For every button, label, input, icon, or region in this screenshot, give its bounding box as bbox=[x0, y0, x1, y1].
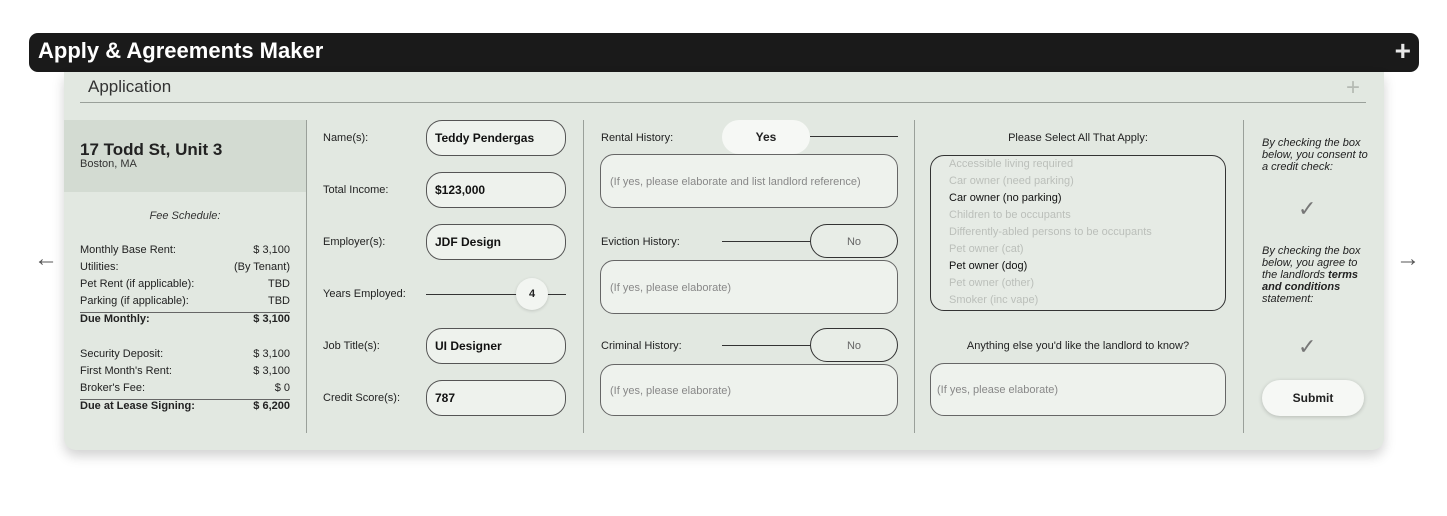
fee-row: Monthly Base Rent: $ 3,100 bbox=[80, 244, 290, 261]
name-input[interactable]: Teddy Pendergas bbox=[426, 120, 566, 156]
next-arrow-icon[interactable]: → bbox=[1396, 245, 1420, 273]
panel-divider bbox=[80, 102, 1366, 103]
anything-else-textarea[interactable]: (If yes, please elaborate) bbox=[930, 363, 1226, 416]
fee-label: Security Deposit: bbox=[80, 348, 164, 360]
fee-value: $ 3,100 bbox=[253, 365, 290, 377]
fee-row: Security Deposit: $ 3,100 bbox=[80, 348, 290, 365]
fee-total-row: Due at Lease Signing: $ 6,200 bbox=[80, 399, 290, 416]
column-divider bbox=[1243, 120, 1244, 433]
fee-value: TBD bbox=[268, 278, 290, 290]
column-divider bbox=[914, 120, 915, 433]
app-title: Apply & Agreements Maker bbox=[38, 38, 324, 63]
credit-score-label: Credit Score(s): bbox=[323, 392, 401, 404]
column-divider bbox=[306, 120, 307, 433]
previous-arrow-icon[interactable]: ← bbox=[34, 245, 58, 273]
rental-history-label: Rental History: bbox=[601, 132, 674, 144]
years-slider-knob[interactable]: 4 bbox=[516, 278, 548, 310]
employer-input[interactable]: JDF Design bbox=[426, 224, 566, 260]
panel-title: Application bbox=[88, 77, 172, 96]
column-divider bbox=[583, 120, 584, 433]
app-title-bar: Apply & Agreements Maker + bbox=[29, 33, 1419, 72]
credit-consent-text: By checking the box below, you consent t… bbox=[1262, 137, 1368, 173]
fee-value: $ 3,100 bbox=[253, 244, 290, 256]
fee-label: Utilities: bbox=[80, 261, 119, 273]
fee-label: First Month's Rent: bbox=[80, 365, 172, 377]
fee-row: Broker's Fee: $ 0 bbox=[80, 382, 290, 399]
fee-value: TBD bbox=[268, 295, 290, 307]
fee-value: $ 3,100 bbox=[253, 348, 290, 360]
rental-history-toggle[interactable]: Yes bbox=[722, 120, 810, 154]
criminal-history-label: Criminal History: bbox=[601, 340, 682, 352]
fee-label: Broker's Fee: bbox=[80, 382, 146, 394]
criminal-history-toggle[interactable]: No bbox=[810, 328, 898, 362]
fee-value: $ 6,200 bbox=[253, 400, 290, 412]
fee-label: Pet Rent (if applicable): bbox=[80, 278, 195, 290]
criminal-history-textarea[interactable]: (If yes, please elaborate) bbox=[600, 364, 898, 416]
job-title-label: Job Title(s): bbox=[323, 340, 380, 352]
fee-total-row: Due Monthly: $ 3,100 bbox=[80, 312, 290, 329]
job-title-input[interactable]: UI Designer bbox=[426, 328, 566, 364]
anything-else-heading: Anything else you'd like the landlord to… bbox=[966, 340, 1190, 352]
fee-value: (By Tenant) bbox=[233, 261, 290, 273]
income-input[interactable]: $123,000 bbox=[426, 172, 566, 208]
rental-history-textarea[interactable]: (If yes, please elaborate and list landl… bbox=[600, 154, 898, 208]
property-address: 17 Todd St, Unit 3 bbox=[80, 140, 223, 159]
submit-button[interactable]: Submit bbox=[1262, 380, 1364, 416]
fee-row: Pet Rent (if applicable): TBD bbox=[80, 278, 290, 295]
employer-label: Employer(s): bbox=[323, 236, 386, 248]
rental-toggle-track bbox=[810, 136, 898, 137]
terms-consent-checkbox-icon[interactable]: ✓ bbox=[1298, 334, 1316, 360]
credit-score-input[interactable]: 787 bbox=[426, 380, 566, 416]
option-pet-cat[interactable]: Pet owner (cat) bbox=[949, 243, 1024, 255]
app-add-icon[interactable]: + bbox=[1395, 35, 1411, 67]
option-smoker[interactable]: Smoker (inc vape) bbox=[949, 294, 1038, 306]
fee-value: $ 0 bbox=[274, 382, 290, 394]
fee-label: Due at Lease Signing: bbox=[80, 400, 195, 412]
credit-consent-checkbox-icon[interactable]: ✓ bbox=[1298, 196, 1316, 222]
option-car-need-parking[interactable]: Car owner (need parking) bbox=[949, 175, 1074, 187]
option-children[interactable]: Children to be occupants bbox=[949, 209, 1071, 221]
option-pet-dog[interactable]: Pet owner (dog) bbox=[949, 260, 1027, 272]
select-all-heading: Please Select All That Apply: bbox=[1008, 132, 1148, 144]
eviction-toggle-track bbox=[722, 241, 812, 242]
criminal-toggle-track bbox=[722, 345, 812, 346]
name-label: Name(s): bbox=[323, 132, 369, 144]
years-employed-label: Years Employed: bbox=[323, 288, 406, 300]
occupant-options-listbox[interactable]: Accessible living required Car owner (ne… bbox=[930, 155, 1226, 311]
property-city: Boston, MA bbox=[80, 158, 137, 170]
option-pet-other[interactable]: Pet owner (other) bbox=[949, 277, 1034, 289]
terms-consent-text: By checking the box below, you agree to … bbox=[1262, 245, 1374, 305]
fee-label: Due Monthly: bbox=[80, 313, 150, 325]
fee-row: First Month's Rent: $ 3,100 bbox=[80, 365, 290, 382]
application-panel: Application + 17 Todd St, Unit 3 Boston,… bbox=[64, 72, 1384, 450]
fee-row: Parking (if applicable): TBD bbox=[80, 295, 290, 312]
option-accessible-living[interactable]: Accessible living required bbox=[949, 158, 1073, 170]
eviction-history-toggle[interactable]: No bbox=[810, 224, 898, 258]
fee-row: Utilities: (By Tenant) bbox=[80, 261, 290, 278]
fee-label: Monthly Base Rent: bbox=[80, 244, 176, 256]
option-differently-abled[interactable]: Differently-abled persons to be occupant… bbox=[949, 226, 1152, 238]
fee-schedule-title: Fee Schedule: bbox=[149, 210, 221, 222]
option-car-no-parking[interactable]: Car owner (no parking) bbox=[949, 192, 1062, 204]
fee-label: Parking (if applicable): bbox=[80, 295, 189, 307]
panel-expand-icon[interactable]: + bbox=[1346, 74, 1360, 102]
eviction-history-textarea[interactable]: (If yes, please elaborate) bbox=[600, 260, 898, 314]
terms-text-end: statement: bbox=[1262, 293, 1314, 305]
eviction-history-label: Eviction History: bbox=[601, 236, 680, 248]
fee-value: $ 3,100 bbox=[253, 313, 290, 325]
income-label: Total Income: bbox=[323, 184, 389, 196]
